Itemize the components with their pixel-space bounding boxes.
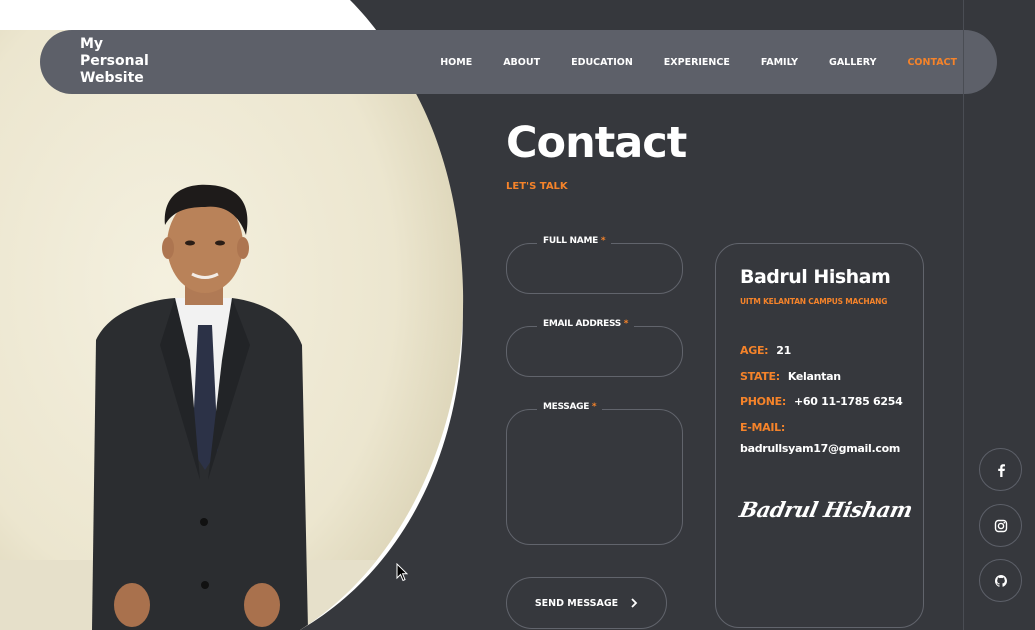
nav-item-home[interactable]: HOME (440, 57, 472, 68)
site-logo[interactable]: My Personal Website (80, 36, 170, 87)
main-nav: HOME ABOUT EDUCATION EXPERIENCE FAMILY G… (409, 30, 957, 94)
nav-item-experience[interactable]: EXPERIENCE (664, 57, 730, 68)
site-header: My Personal Website HOME ABOUT EDUCATION… (40, 30, 997, 94)
github-icon (994, 574, 1007, 587)
facebook-link[interactable] (979, 448, 1022, 491)
instagram-link[interactable] (979, 504, 1022, 547)
state-row: STATE: Kelantan (740, 370, 841, 383)
nav-item-education[interactable]: EDUCATION (571, 57, 633, 68)
nav-item-contact[interactable]: CONTACT (907, 57, 957, 68)
profile-photo (0, 0, 470, 630)
nav-item-gallery[interactable]: GALLERY (829, 57, 876, 68)
nav-item-family[interactable]: FAMILY (761, 57, 798, 68)
email-field: EMAIL ADDRESS * (506, 319, 683, 377)
profile-name: Badrul Hisham (740, 266, 891, 288)
required-marker: * (591, 402, 597, 412)
full-name-label: FULL NAME * (537, 236, 612, 246)
send-message-label: SEND MESSAGE (534, 597, 619, 609)
profile-org: UITM KELANTAN CAMPUS MACHANG (740, 297, 888, 306)
phone-row: PHONE: +60 11-1785 6254 (740, 395, 903, 408)
required-marker: * (600, 236, 606, 246)
full-name-input[interactable] (507, 244, 682, 293)
email-label: EMAIL ADDRESS * (537, 319, 635, 329)
message-field: MESSAGE * (506, 402, 683, 545)
nav-item-about[interactable]: ABOUT (503, 57, 540, 68)
chevron-right-icon (631, 598, 638, 608)
email-value[interactable]: badrullsyam17@gmail.com (740, 442, 900, 455)
profile-card: Badrul Hisham UITM KELANTAN CAMPUS MACHA… (715, 243, 924, 628)
message-textarea[interactable] (507, 410, 682, 544)
message-label: MESSAGE * (537, 402, 603, 412)
email-label-row: E-MAIL: (740, 421, 785, 434)
age-row: AGE: 21 (740, 344, 791, 357)
mouse-cursor-icon (396, 563, 408, 582)
required-marker: * (623, 319, 629, 329)
page-subtitle: LET'S TALK (506, 181, 568, 192)
full-name-field: FULL NAME * (506, 236, 683, 294)
send-message-button[interactable]: SEND MESSAGE (506, 577, 667, 629)
facebook-icon (997, 463, 1005, 477)
email-input[interactable] (507, 327, 682, 376)
page-title: Contact (506, 118, 687, 168)
instagram-icon (994, 519, 1007, 532)
signature: Badrul Hisham (737, 497, 915, 522)
github-link[interactable] (979, 559, 1022, 602)
rail-divider (963, 0, 964, 630)
